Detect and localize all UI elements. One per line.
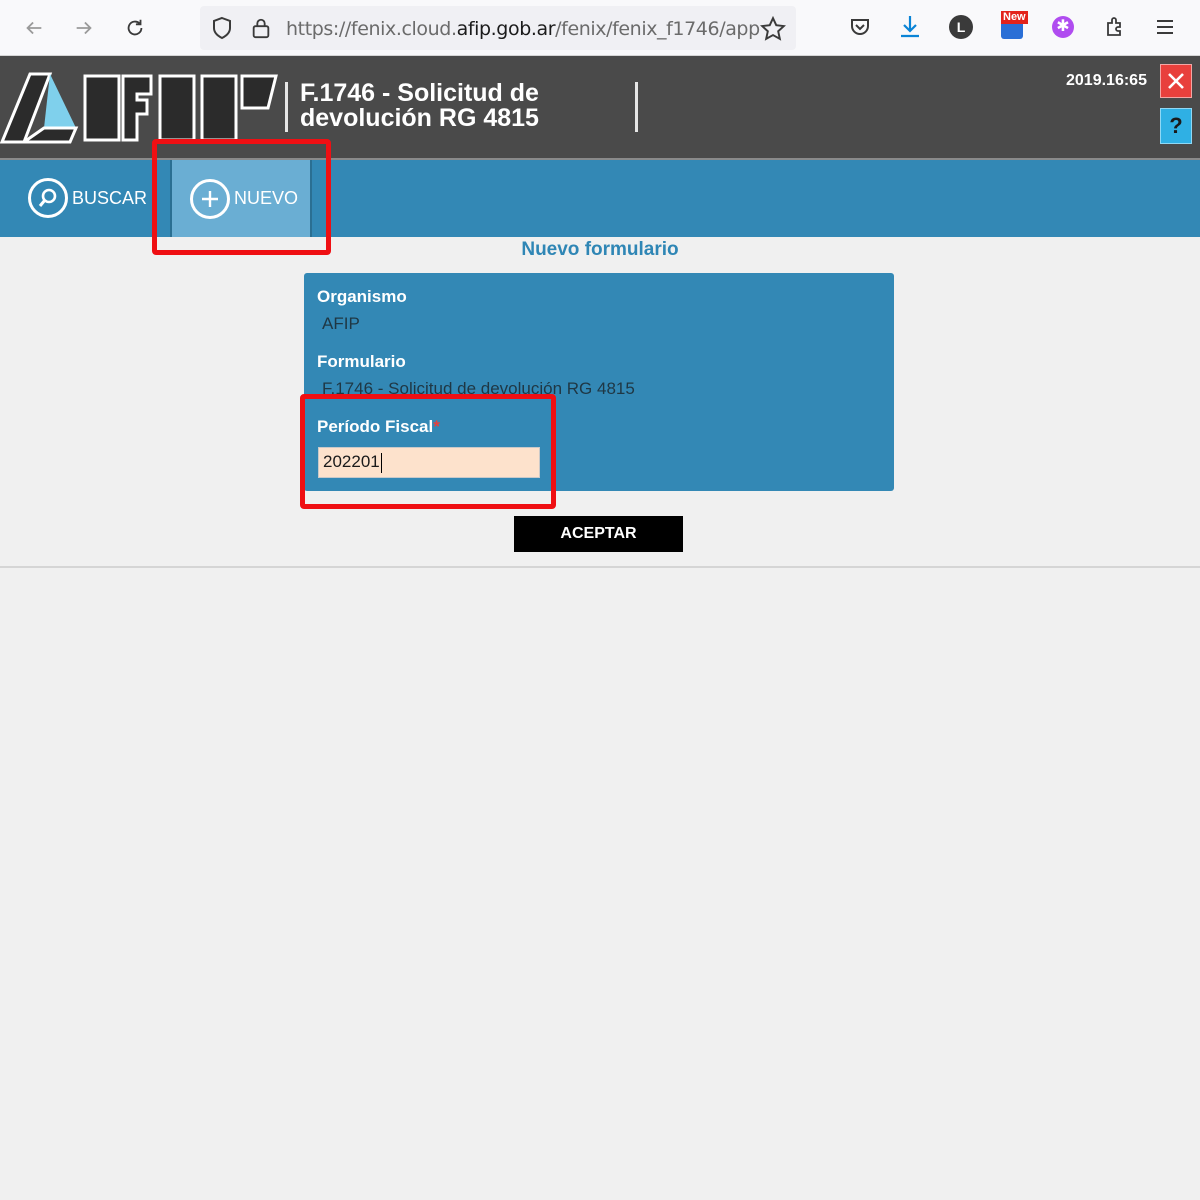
shield-icon[interactable]	[210, 16, 234, 40]
url-prefix: https://fenix.cloud.	[286, 18, 457, 40]
version-label: 2019.16:65	[1066, 72, 1147, 89]
help-button[interactable]: ?	[1160, 108, 1192, 144]
menu-hamburger-icon[interactable]	[1150, 12, 1180, 42]
nuevo-highlight-box	[152, 139, 331, 255]
title-separator	[285, 82, 288, 132]
back-arrow-icon	[26, 21, 42, 35]
buscar-label: BUSCAR	[72, 187, 148, 208]
lock-icon[interactable]	[250, 16, 272, 40]
url-path: /fenix/fenix_f1746/app	[555, 18, 760, 40]
forward-button[interactable]	[66, 10, 102, 46]
news-extension-icon[interactable]: New	[998, 11, 1028, 42]
download-icon[interactable]	[895, 12, 925, 42]
periodo-highlight-box	[300, 394, 556, 509]
reload-icon	[127, 19, 143, 36]
pocket-icon[interactable]	[845, 12, 875, 42]
snowflake-extension-icon[interactable]: ✱	[1048, 12, 1078, 42]
aceptar-button[interactable]: ACEPTAR	[514, 516, 683, 552]
close-icon	[1168, 73, 1184, 89]
url-bar[interactable]: https://fenix.cloud.afip.gob.ar/fenix/fe…	[200, 6, 796, 50]
bookmark-star-icon[interactable]	[760, 16, 786, 42]
title-separator-right	[635, 82, 638, 132]
extensions-puzzle-icon[interactable]	[1100, 12, 1130, 42]
profile-extension-icon[interactable]: L	[946, 12, 976, 42]
profile-letter: L	[949, 15, 973, 39]
new-badge: New	[1001, 11, 1028, 24]
forward-arrow-icon	[76, 21, 92, 35]
page-title: F.1746 - Solicitud de devolución RG 4815	[300, 81, 620, 131]
browser-toolbar: https://fenix.cloud.afip.gob.ar/fenix/fe…	[0, 0, 1200, 56]
url-domain: afip.gob.ar	[456, 18, 556, 40]
form-heading: Nuevo formulario	[521, 239, 679, 260]
afip-logo	[0, 72, 278, 144]
search-icon	[28, 178, 68, 218]
content-divider	[0, 566, 1200, 568]
title-line-2: devolución RG 4815	[300, 104, 539, 132]
reload-button[interactable]	[117, 10, 153, 46]
close-button[interactable]	[1160, 64, 1192, 98]
organismo-label: Organismo	[317, 287, 407, 306]
buscar-button[interactable]: BUSCAR	[28, 178, 147, 218]
url-text: https://fenix.cloud.afip.gob.ar/fenix/fe…	[286, 18, 760, 40]
organismo-value: AFIP	[322, 314, 360, 333]
back-button[interactable]	[16, 10, 52, 46]
formulario-label: Formulario	[317, 352, 406, 371]
title-line-1: F.1746 - Solicitud de	[300, 79, 539, 107]
